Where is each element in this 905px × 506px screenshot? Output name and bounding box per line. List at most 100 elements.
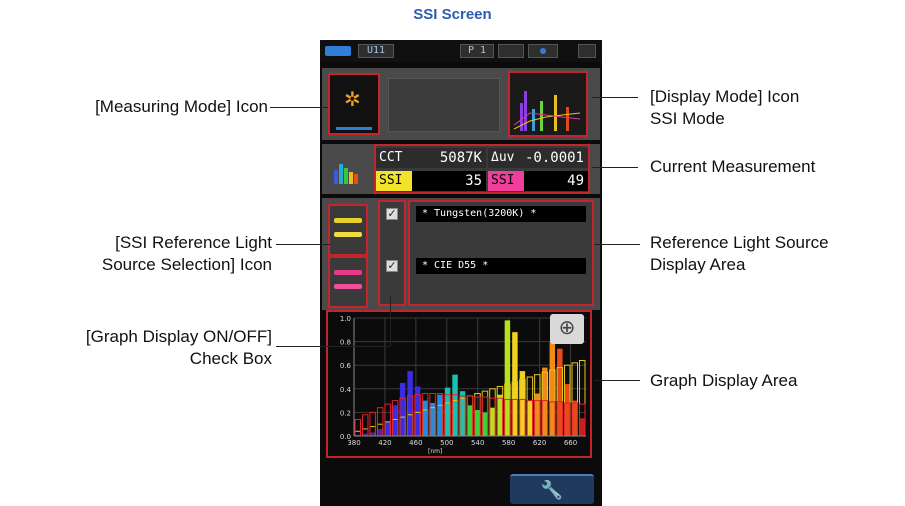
connection-indicator [528, 44, 558, 58]
ref-selection-annotation-sub: Source Selection] Icon [101, 255, 272, 274]
graph-display-checkbox-2[interactable]: ✓ [386, 260, 398, 272]
lamp-tube-icon [334, 232, 362, 237]
battery-icon [325, 46, 351, 56]
device-screen: U11 P 1 ✲ CCT 5087K Δuv -0.0001 SSI 35 S… [320, 40, 602, 506]
lock-icon [578, 44, 596, 58]
leader-line [270, 107, 328, 108]
spectrum-bar [497, 394, 503, 436]
settings-button[interactable]: 🔧 [510, 474, 594, 504]
lamp-tube-icon [334, 284, 362, 289]
spectrum-bar [489, 407, 496, 436]
graph-display-checkbox-1[interactable]: ✓ [386, 208, 398, 220]
x-tick-label: 380 [347, 439, 360, 447]
leader-line [594, 380, 640, 381]
spectrum-bar [564, 384, 571, 436]
ref-display-annotation: Reference Light Source [650, 233, 829, 252]
spectrum-bar [474, 410, 481, 436]
display-mode-icon[interactable] [508, 71, 588, 137]
x-axis-label: [nm] [428, 448, 442, 455]
spectrum-bar [549, 341, 556, 436]
lamp-tube-icon [334, 218, 362, 223]
reference-name-1: * Tungsten(3200K) * [416, 206, 586, 222]
measuring-mode-annotation: [Measuring Mode] Icon [95, 97, 268, 116]
x-tick-label: 620 [533, 439, 546, 447]
spectrum-bar [572, 400, 578, 436]
cct-value: 5087K [416, 148, 486, 168]
ssi-tungsten-value: 35 [412, 171, 486, 191]
duv-label: Δuv [488, 148, 524, 168]
spectrum-bar [542, 367, 548, 436]
ssi-reference-tungsten-icon[interactable] [328, 204, 368, 256]
x-tick-label: 580 [502, 439, 515, 447]
ssi-tungsten-label: SSI [376, 171, 412, 191]
current-measurement-annotation: Current Measurement [650, 157, 816, 176]
current-measurement-panel: CCT 5087K Δuv -0.0001 SSI 35 SSI 49 [374, 144, 590, 194]
leader-line [276, 346, 390, 347]
reference-bar [361, 414, 369, 437]
y-tick-label: 0.4 [340, 386, 352, 394]
connection-dot-icon [540, 48, 546, 54]
graph-onoff-annotation-sub: Check Box [189, 349, 272, 368]
display-mode-annotation-sub: SSI Mode [650, 109, 725, 128]
spectrum-bar [399, 382, 406, 436]
spectrum-bar [557, 348, 563, 436]
ssi-d55-value: 49 [524, 171, 588, 191]
graph-display-area: 0.0 0.2 0.4 0.6 0.8 1.0 380 420 460 500 540 580 620 6… [326, 310, 592, 458]
ssi-d55-label: SSI [488, 171, 524, 191]
x-tick-label: 420 [378, 439, 391, 447]
status-slot [498, 44, 524, 58]
spectrum-icon [330, 156, 370, 186]
spectrum-bar [369, 432, 376, 436]
spectrum-bar [377, 428, 383, 436]
page-title: SSI Screen [413, 6, 492, 23]
spectrum-bar [422, 400, 428, 436]
display-mode-annotation: [Display Mode] Icon [650, 87, 800, 106]
sun-icon: ✲ [344, 89, 361, 111]
zoom-in-icon[interactable]: ⊕ [550, 314, 584, 344]
reference-bar [354, 418, 361, 437]
ref-selection-annotation: [SSI Reference Light [115, 233, 272, 252]
leader-line [276, 244, 330, 245]
page-indicator: P 1 [460, 44, 494, 58]
spectrum-bar [414, 386, 421, 436]
spectrum-bar [407, 371, 413, 436]
x-tick-label: 540 [471, 439, 484, 447]
spectrum-bar [392, 405, 398, 436]
y-tick-label: 1.0 [340, 315, 351, 323]
cct-label: CCT [376, 148, 416, 168]
spectrum-bar [482, 412, 488, 436]
y-tick-label: 0.6 [340, 362, 352, 370]
spectrum-bar [467, 405, 473, 436]
leader-line [592, 97, 638, 98]
leader-line [390, 296, 391, 346]
spectrum-bar [579, 418, 585, 436]
x-tick-label: 460 [409, 439, 422, 447]
graph-onoff-annotation: [Graph Display ON/OFF] [85, 327, 272, 346]
spectrum-bar [504, 320, 511, 436]
duv-value: -0.0001 [524, 148, 588, 168]
y-tick-label: 0.2 [340, 409, 351, 417]
spectrum-bar [534, 393, 541, 436]
spectrum-bar [519, 371, 526, 436]
spectrum-bar [452, 374, 458, 436]
selection-bar [336, 127, 372, 130]
reference-name-2: * CIE D55 * [416, 258, 586, 274]
graph-area-annotation: Graph Display Area [650, 371, 798, 390]
memory-channel-indicator: U11 [358, 44, 394, 58]
reference-light-source-display: * Tungsten(3200K) * * CIE D55 * [408, 200, 594, 306]
mode-info-area [388, 78, 500, 132]
x-tick-label: 500 [440, 439, 453, 447]
wrench-icon: 🔧 [540, 480, 564, 500]
spectrum-bar [384, 421, 391, 436]
x-tick-label: 660 [564, 439, 577, 447]
ssi-reference-d55-icon[interactable] [328, 256, 368, 308]
spectrum-bar [527, 400, 533, 436]
lamp-tube-icon [334, 270, 362, 275]
reference-bar [369, 411, 376, 437]
ssi-mode-thumbnail [510, 73, 586, 135]
measuring-mode-icon[interactable]: ✲ [328, 73, 380, 135]
ref-display-annotation-sub: Display Area [650, 255, 746, 274]
spectrum-bar [437, 394, 443, 436]
leader-line [592, 167, 638, 168]
status-bar: U11 P 1 [320, 40, 602, 62]
